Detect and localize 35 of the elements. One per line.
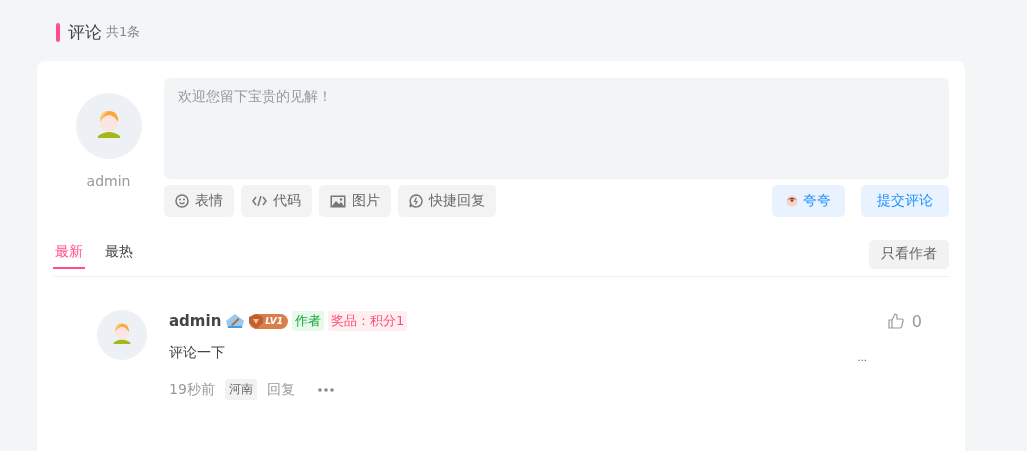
avatar	[97, 310, 147, 360]
sort-tab[interactable]: 最热	[103, 239, 135, 269]
more-icon[interactable]	[316, 387, 335, 392]
code-icon	[252, 195, 267, 207]
thumbs-up-icon[interactable]	[887, 313, 904, 329]
quick-button[interactable]: 快捷回复	[398, 185, 496, 217]
image-icon	[330, 194, 346, 208]
username: admin	[86, 173, 131, 189]
section-title: 评论	[68, 20, 102, 44]
image-button[interactable]: 图片	[319, 185, 391, 217]
like-count: 0	[911, 311, 922, 331]
accent-bar	[56, 22, 60, 42]
chat-bubble-icon	[409, 194, 423, 208]
location-tag: 河南	[224, 379, 257, 400]
submit-button[interactable]: 提交评论	[861, 185, 949, 217]
comment-username: admin	[169, 312, 222, 330]
smiley-icon	[175, 194, 189, 208]
author-only-button[interactable]: 只看作者	[869, 239, 949, 269]
shield-icon	[249, 313, 264, 329]
comment-count: 共1条	[106, 23, 141, 41]
author-tag: 作者	[292, 311, 325, 331]
sort-tab[interactable]: 最新	[53, 239, 85, 269]
overflow-marker: ...	[857, 352, 867, 363]
comment-time: 19秒前	[169, 380, 215, 399]
code-button[interactable]: 代码	[241, 185, 312, 217]
verified-badge-icon	[225, 313, 246, 329]
praise-button[interactable]: 夸夸	[772, 185, 845, 217]
comment-input[interactable]: 欢迎您留下宝贵的见解！	[164, 78, 949, 179]
face-icon	[786, 195, 798, 207]
emoji-button[interactable]: 表情	[164, 185, 234, 217]
avatar	[75, 93, 142, 159]
level-badge: LV1	[249, 313, 289, 329]
prize-tag: 奖品：积分1	[328, 311, 408, 331]
comment-text: 评论一下	[169, 344, 225, 362]
reply-link[interactable]: 回复	[266, 380, 295, 399]
